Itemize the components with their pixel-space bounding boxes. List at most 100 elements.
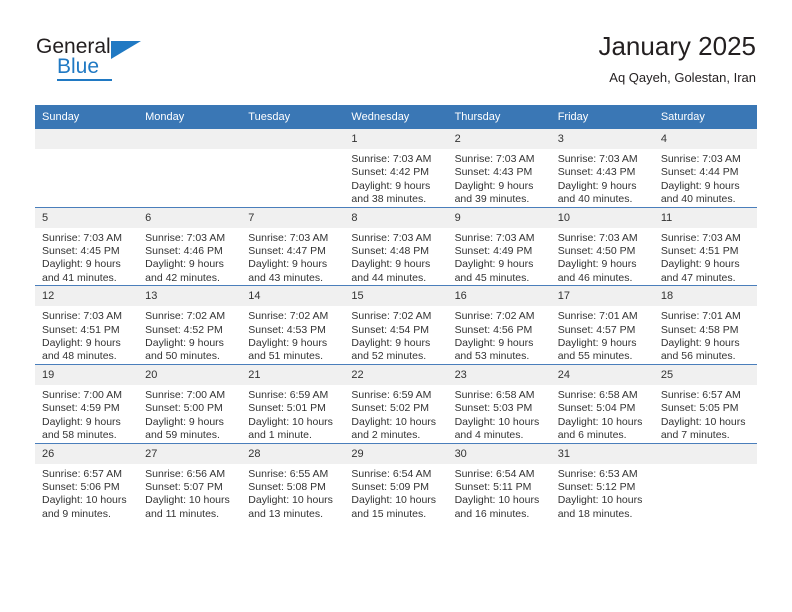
calendar-day-cell[interactable]: 13 Sunrise: 7:02 AM Sunset: 4:52 PM Dayligh… <box>138 285 242 365</box>
sunrise-text: Sunrise: 6:59 AM <box>248 388 329 401</box>
daylight-text-line2: and 40 minutes. <box>660 193 736 206</box>
sunrise-text: Sunrise: 7:03 AM <box>454 231 535 244</box>
calendar-day-cell[interactable]: 22 Sunrise: 6:59 AM Sunset: 5:02 PM Dayligh… <box>344 363 448 443</box>
calendar-day-cell[interactable]: 5 Sunrise: 7:03 AM Sunset: 4:45 PM Daylight… <box>35 206 139 286</box>
calendar-day-cell[interactable]: 7 Sunrise: 7:03 AM Sunset: 4:47 PM Daylight… <box>241 206 345 286</box>
day-number: 13 <box>138 286 242 307</box>
daylight-text-line2: and 15 minutes. <box>351 507 427 520</box>
daylight-text-line2: and 13 minutes. <box>248 507 323 520</box>
daylight-text-line1: Daylight: 9 hours <box>660 258 740 271</box>
calendar-day-cell[interactable]: 19 Sunrise: 7:00 AM Sunset: 4:59 PM Dayligh… <box>35 363 139 443</box>
day-number: 26 <box>35 443 139 464</box>
daylight-text-line1: Daylight: 10 hours <box>351 415 437 428</box>
daylight-text-line2: and 16 minutes. <box>454 507 530 520</box>
calendar-day-cell[interactable]: 27 Sunrise: 6:56 AM Sunset: 5:07 PM Dayligh… <box>138 442 242 522</box>
daylight-text-line2: and 47 minutes. <box>660 271 736 284</box>
day-number <box>35 129 139 149</box>
day-details: Sunrise: 6:57 AM Sunset: 5:06 PM Daylight:… <box>35 464 138 522</box>
calendar-week-row: 5 Sunrise: 7:03 AM Sunset: 4:45 PM Daylight… <box>35 206 757 286</box>
sunrise-text: Sunrise: 7:02 AM <box>145 310 226 323</box>
calendar-day-cell[interactable]: 30 Sunrise: 6:54 AM Sunset: 5:11 PM Dayligh… <box>447 442 551 522</box>
daylight-text-line1: Daylight: 9 hours <box>248 258 328 271</box>
calendar-day-cell[interactable]: 28 Sunrise: 6:55 AM Sunset: 5:08 PM Dayligh… <box>241 442 345 522</box>
sunset-text: Sunset: 5:12 PM <box>557 480 636 493</box>
calendar-day-cell[interactable]: 26 Sunrise: 6:57 AM Sunset: 5:06 PM Dayligh… <box>35 442 139 522</box>
calendar-day-cell[interactable]: 3 Sunrise: 7:03 AM Sunset: 4:43 PM Daylight… <box>550 129 654 208</box>
day-details <box>654 464 757 468</box>
sunrise-text: Sunrise: 6:58 AM <box>454 388 535 401</box>
sunset-text: Sunset: 4:59 PM <box>42 402 120 415</box>
daylight-text-line1: Daylight: 10 hours <box>42 494 127 507</box>
calendar-cell-empty <box>241 129 345 208</box>
calendar-cell-empty <box>653 442 757 522</box>
calendar-week-row: 26 Sunrise: 6:57 AM Sunset: 5:06 PM Dayligh… <box>35 442 757 522</box>
calendar-day-cell[interactable]: 11 Sunrise: 7:03 AM Sunset: 4:51 PM Dayligh… <box>653 206 757 286</box>
weekday-header-sunday: Sunday <box>35 105 139 129</box>
calendar-day-cell[interactable]: 21 Sunrise: 6:59 AM Sunset: 5:01 PM Dayligh… <box>241 363 345 443</box>
daylight-text-line2: and 53 minutes. <box>454 350 530 363</box>
calendar-day-cell[interactable]: 1 Sunrise: 7:03 AM Sunset: 4:42 PM Daylight… <box>344 129 448 208</box>
sunrise-text: Sunrise: 7:03 AM <box>42 231 122 244</box>
sunrise-text: Sunrise: 7:00 AM <box>42 388 122 401</box>
daylight-text-line1: Daylight: 9 hours <box>351 258 431 271</box>
sunrise-text: Sunrise: 7:02 AM <box>248 310 329 323</box>
sunset-text: Sunset: 4:52 PM <box>145 323 223 336</box>
day-details <box>241 149 344 153</box>
daylight-text-line1: Daylight: 9 hours <box>660 179 740 192</box>
day-details: Sunrise: 7:02 AM Sunset: 4:56 PM Daylight:… <box>448 306 551 364</box>
daylight-text-line1: Daylight: 10 hours <box>454 494 540 507</box>
calendar-day-cell[interactable]: 23 Sunrise: 6:58 AM Sunset: 5:03 PM Dayligh… <box>447 363 551 443</box>
sunset-text: Sunset: 4:51 PM <box>42 323 120 336</box>
day-number: 9 <box>447 207 551 228</box>
sunrise-text: Sunrise: 6:59 AM <box>351 388 432 401</box>
calendar-day-cell[interactable]: 8 Sunrise: 7:03 AM Sunset: 4:48 PM Daylight… <box>344 206 448 286</box>
calendar-day-cell[interactable]: 2 Sunrise: 7:03 AM Sunset: 4:43 PM Daylight… <box>447 129 551 208</box>
day-details: Sunrise: 6:54 AM Sunset: 5:11 PM Daylight:… <box>448 464 551 522</box>
day-details: Sunrise: 7:00 AM Sunset: 4:59 PM Daylight:… <box>35 385 138 443</box>
daylight-text-line2: and 11 minutes. <box>145 507 220 520</box>
day-details: Sunrise: 7:01 AM Sunset: 4:57 PM Daylight:… <box>551 306 654 364</box>
sunset-text: Sunset: 5:11 PM <box>454 480 532 493</box>
calendar-day-cell[interactable]: 4 Sunrise: 7:03 AM Sunset: 4:44 PM Daylight… <box>653 129 757 208</box>
sunset-text: Sunset: 5:02 PM <box>351 402 430 415</box>
daylight-text-line1: Daylight: 9 hours <box>145 337 224 350</box>
sunset-text: Sunset: 5:00 PM <box>145 402 223 415</box>
sunset-text: Sunset: 4:53 PM <box>248 323 326 336</box>
day-details: Sunrise: 7:03 AM Sunset: 4:45 PM Daylight:… <box>35 228 138 286</box>
daylight-text-line1: Daylight: 9 hours <box>42 415 121 428</box>
daylight-text-line1: Daylight: 9 hours <box>351 179 431 192</box>
sunrise-text: Sunrise: 7:03 AM <box>351 153 432 165</box>
weekday-header-row: Sunday Monday Tuesday Wednesday Thursday… <box>35 105 757 129</box>
calendar-day-cell[interactable]: 10 Sunrise: 7:03 AM Sunset: 4:50 PM Dayligh… <box>550 206 654 286</box>
calendar-day-cell[interactable]: 18 Sunrise: 7:01 AM Sunset: 4:58 PM Dayligh… <box>653 285 757 365</box>
calendar-day-cell[interactable]: 14 Sunrise: 7:02 AM Sunset: 4:53 PM Dayligh… <box>241 285 345 365</box>
calendar-day-cell[interactable]: 9 Sunrise: 7:03 AM Sunset: 4:49 PM Daylight… <box>447 206 551 286</box>
day-number: 3 <box>550 129 654 149</box>
calendar-day-cell[interactable]: 12 Sunrise: 7:03 AM Sunset: 4:51 PM Dayligh… <box>35 285 139 365</box>
sunrise-text: Sunrise: 7:03 AM <box>248 231 329 244</box>
sunrise-text: Sunrise: 6:55 AM <box>248 467 329 480</box>
day-number: 11 <box>653 207 757 228</box>
day-details: Sunrise: 6:54 AM Sunset: 5:09 PM Daylight:… <box>344 464 447 522</box>
day-number: 24 <box>550 364 654 385</box>
day-details: Sunrise: 6:59 AM Sunset: 5:02 PM Daylight:… <box>344 385 447 443</box>
calendar-day-cell[interactable]: 25 Sunrise: 6:57 AM Sunset: 5:05 PM Dayligh… <box>653 363 757 443</box>
calendar-page: General Blue January 2025 Aq Qayeh, Gole… <box>0 0 792 612</box>
page-header: General Blue January 2025 Aq Qayeh, Gole… <box>0 0 792 104</box>
calendar-cell-empty <box>138 129 242 208</box>
calendar-day-cell[interactable]: 17 Sunrise: 7:01 AM Sunset: 4:57 PM Dayligh… <box>550 285 654 365</box>
calendar-day-cell[interactable]: 16 Sunrise: 7:02 AM Sunset: 4:56 PM Dayligh… <box>447 285 551 365</box>
calendar-body: 1 Sunrise: 7:03 AM Sunset: 4:42 PM Daylight… <box>35 129 757 522</box>
calendar-day-cell[interactable]: 24 Sunrise: 6:58 AM Sunset: 5:04 PM Dayligh… <box>550 363 654 443</box>
sunset-text: Sunset: 4:45 PM <box>42 245 120 258</box>
daylight-text-line2: and 51 minutes. <box>248 350 323 363</box>
calendar-day-cell[interactable]: 29 Sunrise: 6:54 AM Sunset: 5:09 PM Dayligh… <box>344 442 448 522</box>
calendar-day-cell[interactable]: 15 Sunrise: 7:02 AM Sunset: 4:54 PM Dayligh… <box>344 285 448 365</box>
sunset-text: Sunset: 5:01 PM <box>248 402 326 415</box>
day-details: Sunrise: 6:56 AM Sunset: 5:07 PM Daylight:… <box>138 464 241 522</box>
calendar-day-cell[interactable]: 6 Sunrise: 7:03 AM Sunset: 4:46 PM Daylight… <box>138 206 242 286</box>
page-title: January 2025 <box>598 31 756 61</box>
day-number: 7 <box>241 207 345 228</box>
calendar-day-cell[interactable]: 31 Sunrise: 6:53 AM Sunset: 5:12 PM Dayligh… <box>550 442 654 522</box>
calendar-day-cell[interactable]: 20 Sunrise: 7:00 AM Sunset: 5:00 PM Dayligh… <box>138 363 242 443</box>
